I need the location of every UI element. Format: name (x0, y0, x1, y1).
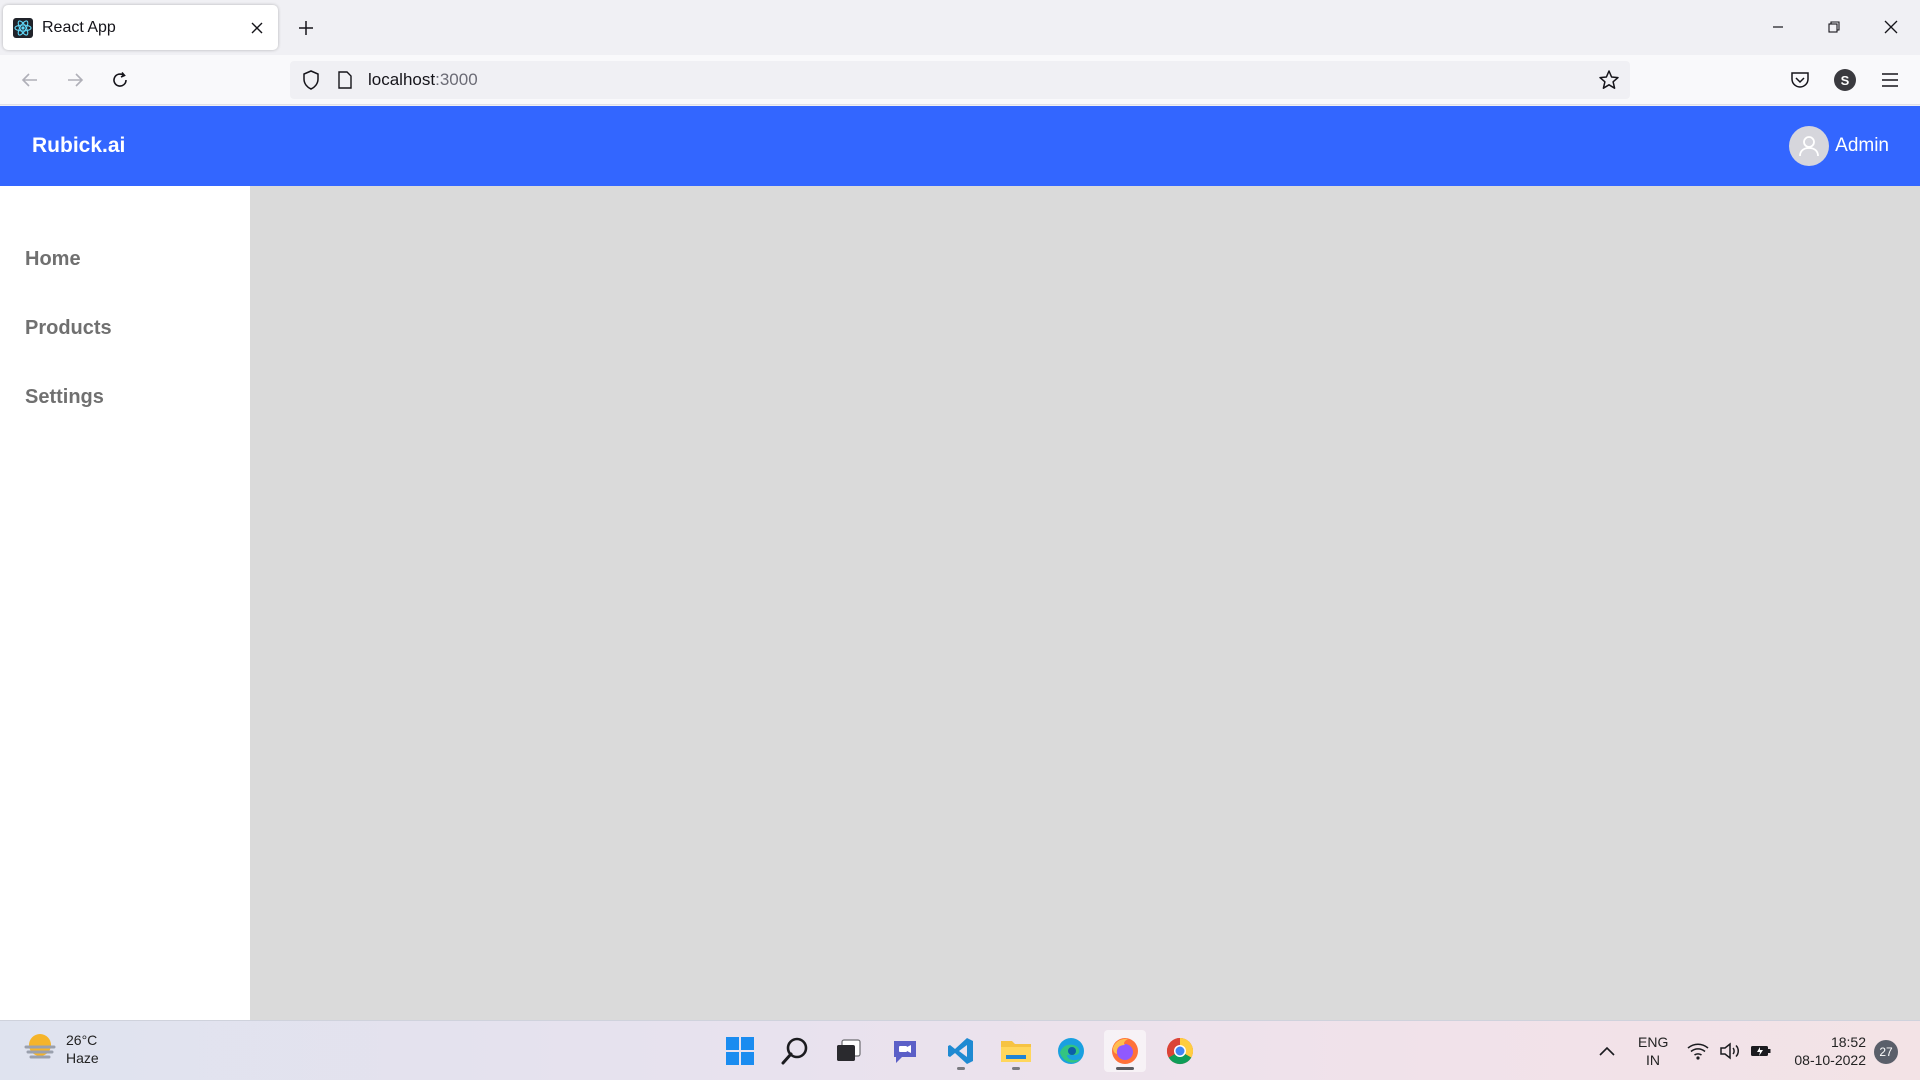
main-content-area (250, 186, 1920, 1020)
brand-logo[interactable]: Rubick.ai (32, 106, 125, 186)
url-host: localhost (368, 70, 436, 89)
user-avatar-icon (1789, 126, 1830, 166)
restore-button[interactable] (1812, 8, 1856, 46)
close-tab-icon[interactable] (242, 13, 272, 43)
weather-description: Haze (66, 1050, 99, 1066)
firefox-icon[interactable] (1104, 1030, 1146, 1072)
sidebar-item-products[interactable]: Products (25, 317, 112, 340)
sidebar: Home Products Settings (0, 186, 250, 1020)
back-button[interactable] (10, 60, 50, 100)
windows-taskbar: 26°C Haze ENG IN 18:52 08-10-2022 27 (0, 1020, 1920, 1080)
language-code: ENG (1638, 1034, 1669, 1050)
bookmark-star-icon[interactable] (1596, 67, 1622, 93)
wifi-icon[interactable] (1680, 1030, 1716, 1072)
weather-widget[interactable]: 26°C Haze (24, 1031, 99, 1067)
notification-count-badge[interactable]: 27 (1874, 1040, 1898, 1064)
address-bar[interactable]: localhost:3000 (290, 61, 1630, 99)
show-hidden-icons-chevron-up-icon[interactable] (1590, 1030, 1624, 1072)
user-name: Admin (1835, 135, 1889, 156)
search-icon[interactable] (774, 1030, 816, 1072)
url-port: :3000 (435, 70, 478, 89)
tracking-protection-shield-icon[interactable] (300, 70, 322, 90)
forward-button[interactable] (55, 60, 95, 100)
edge-icon[interactable] (1050, 1030, 1092, 1072)
url-text: localhost:3000 (368, 70, 478, 90)
browser-tab[interactable]: React App (3, 5, 278, 50)
weather-temperature: 26°C (66, 1032, 98, 1048)
close-window-button[interactable] (1869, 8, 1913, 46)
sidebar-item-settings[interactable]: Settings (25, 386, 104, 409)
system-clock[interactable]: 18:52 08-10-2022 (1786, 1033, 1866, 1069)
react-logo-icon (13, 17, 33, 38)
task-view-icon[interactable] (827, 1030, 869, 1072)
account-avatar[interactable]: S (1834, 69, 1856, 91)
battery-charging-icon[interactable] (1743, 1030, 1779, 1072)
browser-toolbar: localhost:3000 S (0, 55, 1920, 105)
tab-title: React App (42, 18, 116, 36)
running-indicator (957, 1067, 965, 1070)
weather-text: 26°C Haze (66, 1031, 99, 1067)
weather-haze-icon (24, 1032, 56, 1067)
reload-button[interactable] (100, 60, 140, 100)
new-tab-button[interactable] (290, 12, 322, 44)
clock-date: 08-10-2022 (1794, 1052, 1866, 1068)
teams-chat-icon[interactable] (884, 1030, 926, 1072)
running-indicator (1012, 1067, 1020, 1070)
input-language-indicator[interactable]: ENG IN (1638, 1033, 1668, 1069)
app-header: Rubick.ai Admin (0, 106, 1920, 186)
region-code: IN (1646, 1052, 1660, 1068)
chrome-icon[interactable] (1159, 1030, 1201, 1072)
file-explorer-icon[interactable] (995, 1030, 1037, 1072)
active-window-indicator (1116, 1067, 1134, 1070)
clock-time: 18:52 (1830, 1034, 1866, 1050)
user-menu[interactable]: Admin (1789, 126, 1889, 166)
vscode-icon[interactable] (940, 1030, 982, 1072)
sidebar-item-home[interactable]: Home (25, 248, 81, 271)
minimize-button[interactable] (1756, 8, 1800, 46)
browser-tab-strip: React App (0, 0, 1920, 55)
menu-icon[interactable] (1870, 60, 1910, 100)
page-info-icon[interactable] (336, 71, 354, 89)
windows-start-icon[interactable] (719, 1030, 761, 1072)
pocket-icon[interactable] (1780, 60, 1820, 100)
